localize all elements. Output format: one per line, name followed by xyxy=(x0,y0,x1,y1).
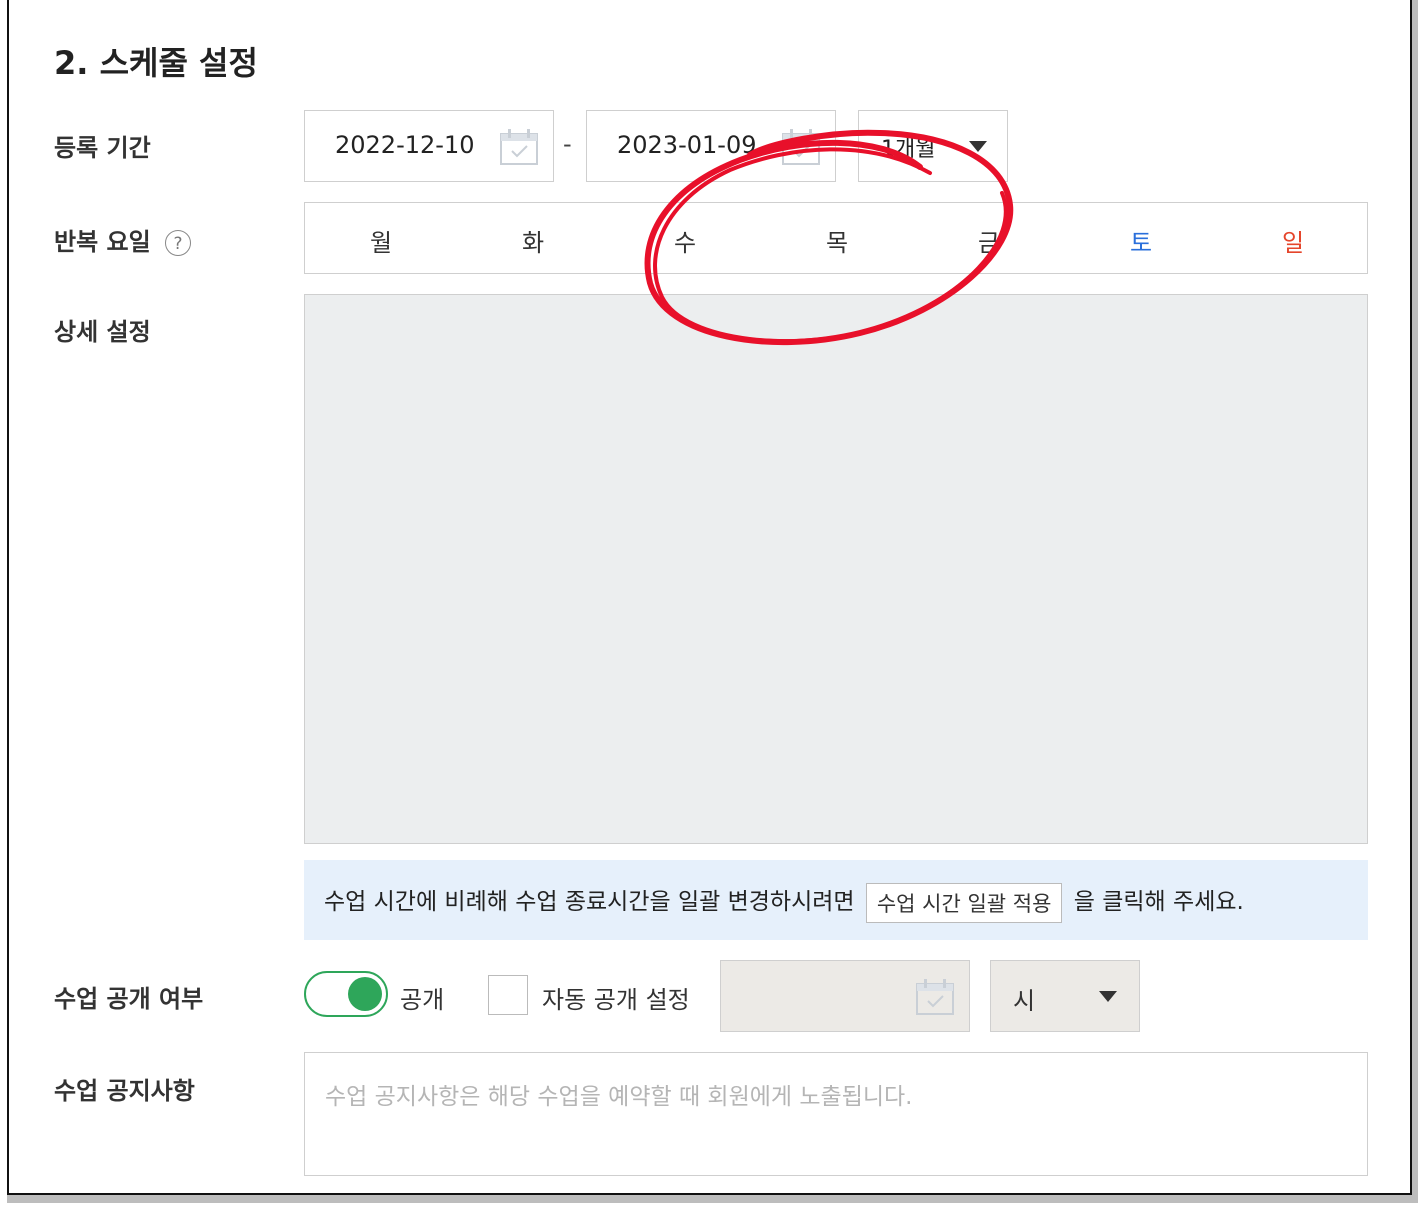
weekday-1[interactable]: 화 xyxy=(513,223,553,258)
hour-select[interactable]: 시 xyxy=(990,960,1140,1032)
public-toggle[interactable] xyxy=(304,971,388,1017)
class-visibility-label: 수업 공개 여부 xyxy=(54,985,204,1013)
class-notice-label: 수업 공지사항 xyxy=(54,1077,195,1105)
weekday-2[interactable]: 수 xyxy=(665,223,705,258)
date-range-separator: - xyxy=(563,130,572,158)
info-text-after: 을 클릭해 주세요. xyxy=(1073,889,1244,915)
duration-select-value: 1개월 xyxy=(881,137,936,162)
info-banner-text: 수업 시간에 비례해 수업 종료시간을 일괄 변경하시려면 수업 시간 일괄 적… xyxy=(324,882,1244,923)
weekday-selector: 월화수목금토일 xyxy=(304,202,1368,274)
start-date-value: 2022-12-10 xyxy=(335,131,475,159)
help-icon[interactable]: ? xyxy=(165,230,192,256)
weekday-3[interactable]: 목 xyxy=(817,223,857,258)
weekday-6[interactable]: 일 xyxy=(1273,223,1313,258)
auto-publish-date-field[interactable] xyxy=(720,960,970,1032)
auto-publish-label: 자동 공개 설정 xyxy=(542,986,690,1014)
weekday-5[interactable]: 토 xyxy=(1121,223,1161,258)
start-date-field[interactable]: 2022-12-10 xyxy=(304,110,554,182)
chevron-down-icon xyxy=(1099,991,1117,1002)
public-toggle-label: 공개 xyxy=(400,986,445,1014)
end-date-value: 2023-01-09 xyxy=(617,131,757,159)
section-title: 2. 스케줄 설정 xyxy=(54,44,258,82)
registration-period-label: 등록 기간 xyxy=(54,134,151,162)
bulk-apply-class-time-button[interactable]: 수업 시간 일괄 적용 xyxy=(865,882,1063,923)
chevron-down-icon xyxy=(969,141,987,152)
end-date-field[interactable]: 2023-01-09 xyxy=(586,110,836,182)
calendar-icon[interactable] xyxy=(781,127,821,167)
info-banner: 수업 시간에 비례해 수업 종료시간을 일괄 변경하시려면 수업 시간 일괄 적… xyxy=(304,860,1368,940)
repeat-days-label-text: 반복 요일 xyxy=(54,228,151,256)
info-text-before: 수업 시간에 비례해 수업 종료시간을 일괄 변경하시려면 xyxy=(324,889,855,915)
calendar-icon[interactable] xyxy=(915,977,955,1017)
detail-settings-label: 상세 설정 xyxy=(54,318,151,346)
auto-publish-checkbox[interactable] xyxy=(488,975,528,1015)
weekday-0[interactable]: 월 xyxy=(361,223,401,258)
detail-settings-area xyxy=(304,294,1368,844)
calendar-icon[interactable] xyxy=(499,127,539,167)
window-shadow-right xyxy=(1412,0,1418,1200)
duration-select[interactable]: 1개월 xyxy=(858,110,1008,182)
weekday-4[interactable]: 금 xyxy=(969,223,1009,258)
hour-select-value: 시 xyxy=(1013,987,1036,1015)
repeat-days-label: 반복 요일 ? xyxy=(54,222,192,257)
toggle-knob xyxy=(348,977,382,1011)
window-shadow-bottom xyxy=(7,1195,1418,1203)
class-notice-input[interactable] xyxy=(304,1052,1368,1176)
